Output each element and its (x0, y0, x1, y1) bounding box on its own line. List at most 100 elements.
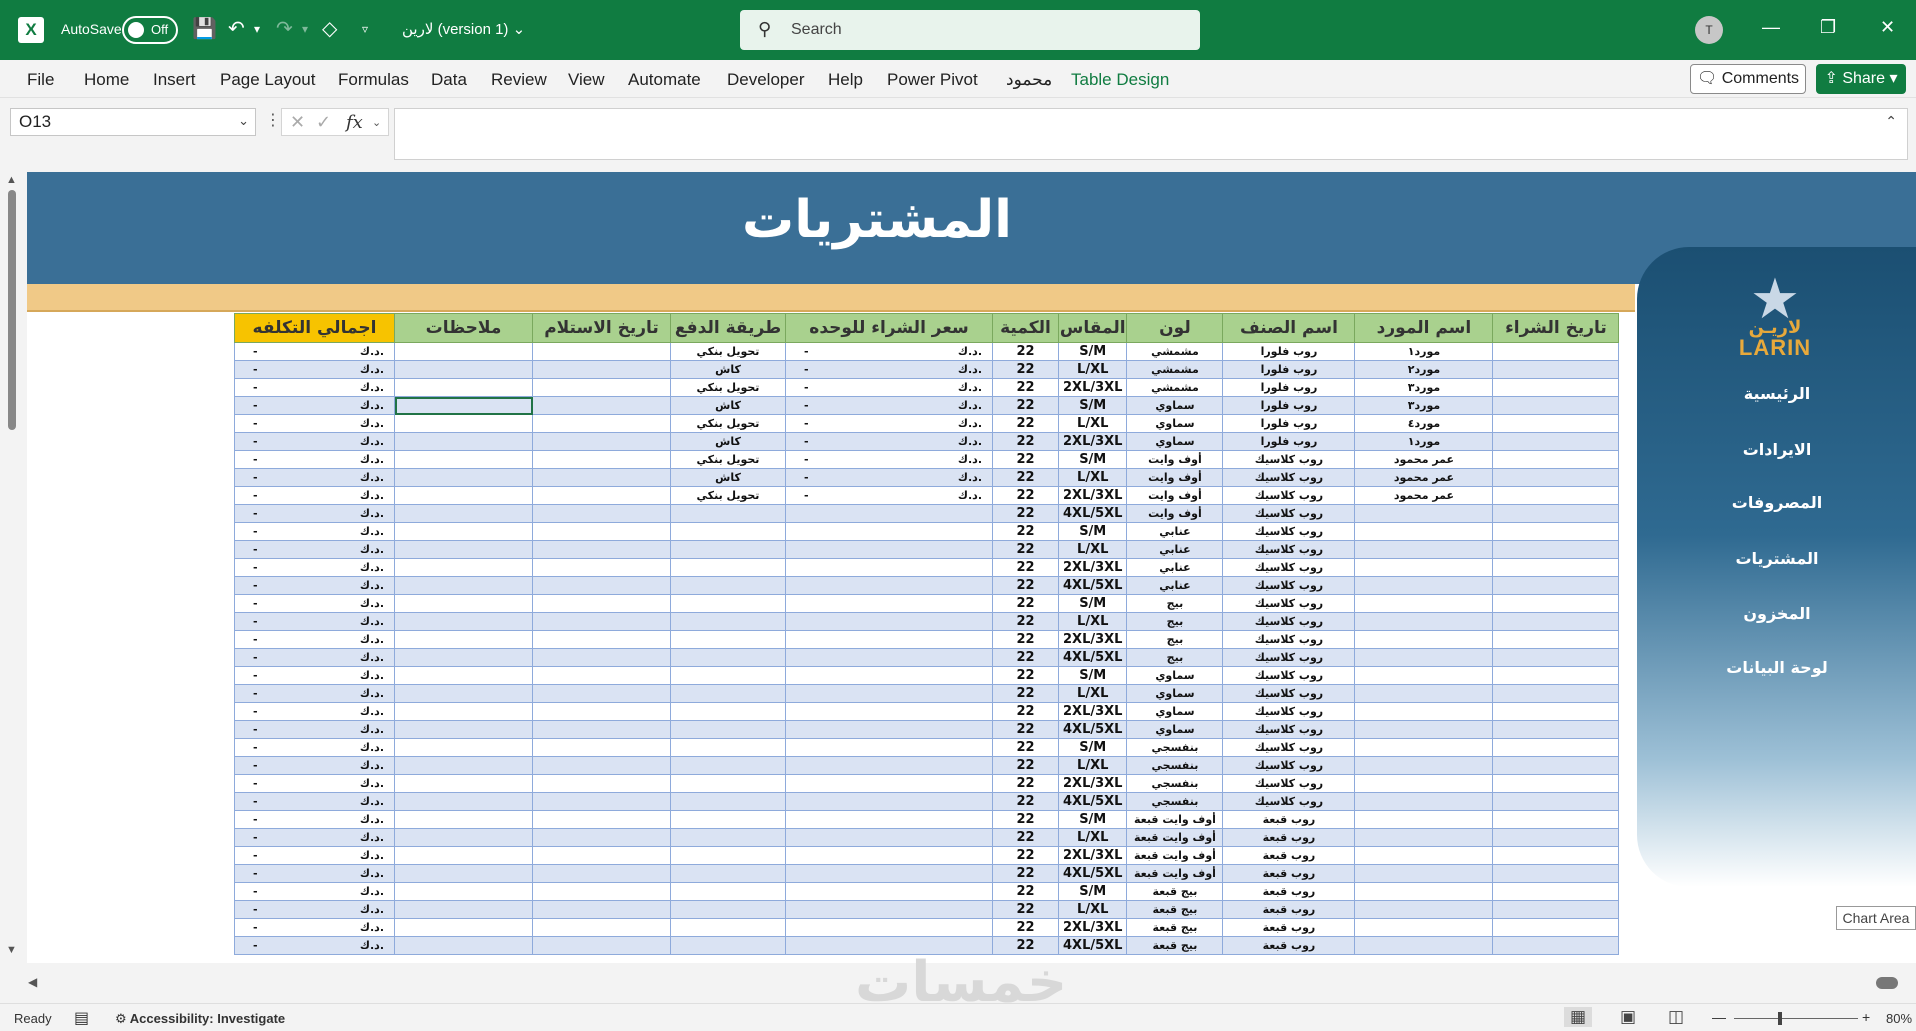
tab-file[interactable]: File (27, 70, 54, 90)
quantity-cell[interactable]: 22 (992, 360, 1059, 379)
quantity-cell[interactable]: 22 (992, 486, 1059, 505)
quantity-cell[interactable]: 22 (992, 702, 1059, 721)
item-name-cell[interactable]: روب كلاسيك (1222, 450, 1356, 469)
column-header[interactable]: اسم المورد (1354, 313, 1494, 343)
item-name-cell[interactable]: روب كلاسيك (1222, 612, 1356, 631)
column-header[interactable]: اجمالي التكلفه (234, 313, 395, 343)
color-cell[interactable]: أوف وايت قبعة (1126, 846, 1224, 865)
notes-cell[interactable] (394, 486, 533, 505)
purchase-date-cell[interactable] (1492, 468, 1620, 487)
receipt-date-cell[interactable] (532, 774, 671, 793)
more-options-icon[interactable]: ⋮ (265, 110, 281, 130)
receipt-date-cell[interactable] (532, 792, 671, 811)
comments-button[interactable]: 🗨 Comments (1690, 64, 1806, 94)
size-cell[interactable]: S/M (1057, 522, 1128, 541)
column-header[interactable]: ملاحظات (394, 313, 533, 343)
scroll-left-icon[interactable]: ◀ (28, 975, 37, 989)
total-cost-cell[interactable]: - د.ك. (234, 936, 395, 955)
color-cell[interactable]: عنابي (1126, 522, 1224, 541)
item-name-cell[interactable]: روب كلاسيك (1222, 486, 1356, 505)
quantity-cell[interactable]: 22 (992, 792, 1059, 811)
supplier-cell[interactable] (1354, 540, 1494, 559)
receipt-date-cell[interactable] (532, 450, 671, 469)
purchase-date-cell[interactable] (1492, 486, 1620, 505)
purchase-date-cell[interactable] (1492, 918, 1620, 937)
quantity-cell[interactable]: 22 (992, 720, 1059, 739)
receipt-date-cell[interactable] (532, 900, 671, 919)
notes-cell[interactable] (394, 792, 533, 811)
notes-cell[interactable] (394, 630, 533, 649)
payment-method-cell[interactable] (670, 522, 786, 541)
quantity-cell[interactable]: 22 (992, 630, 1059, 649)
item-name-cell[interactable]: روب كلاسيك (1222, 720, 1356, 739)
collapse-formula-bar-icon[interactable]: ⌃ (1885, 113, 1897, 130)
total-cost-cell[interactable]: - د.ك. (234, 594, 395, 613)
notes-cell[interactable] (394, 936, 533, 955)
color-cell[interactable]: مشمشي (1126, 342, 1224, 361)
receipt-date-cell[interactable] (532, 684, 671, 703)
unit-price-cell[interactable] (785, 738, 993, 757)
quantity-cell[interactable]: 22 (992, 414, 1059, 433)
total-cost-cell[interactable]: - د.ك. (234, 342, 395, 361)
quantity-cell[interactable]: 22 (992, 756, 1059, 775)
unit-price-cell[interactable] (785, 594, 993, 613)
item-name-cell[interactable]: روب كلاسيك (1222, 774, 1356, 793)
chevron-down-icon[interactable]: ⌄ (238, 113, 249, 129)
payment-method-cell[interactable] (670, 540, 786, 559)
supplier-cell[interactable] (1354, 720, 1494, 739)
notes-cell[interactable] (394, 396, 533, 415)
column-header[interactable]: سعر الشراء للوحده (785, 313, 993, 343)
receipt-date-cell[interactable] (532, 882, 671, 901)
purchase-date-cell[interactable] (1492, 684, 1620, 703)
autosave-toggle[interactable]: Off (122, 16, 178, 44)
unit-price-cell[interactable]: - د.ك. (785, 432, 993, 451)
purchase-date-cell[interactable] (1492, 432, 1620, 451)
total-cost-cell[interactable]: - د.ك. (234, 846, 395, 865)
quantity-cell[interactable]: 22 (992, 378, 1059, 397)
receipt-date-cell[interactable] (532, 936, 671, 955)
tab-home[interactable]: Home (84, 70, 129, 90)
item-name-cell[interactable]: روب قبعة (1222, 810, 1356, 829)
zoom-slider[interactable] (1734, 1018, 1858, 1019)
receipt-date-cell[interactable] (532, 918, 671, 937)
unit-price-cell[interactable] (785, 774, 993, 793)
unit-price-cell[interactable] (785, 540, 993, 559)
color-cell[interactable]: سماوي (1126, 684, 1224, 703)
column-header[interactable]: تاريخ الاستلام (532, 313, 671, 343)
receipt-date-cell[interactable] (532, 522, 671, 541)
unit-price-cell[interactable] (785, 846, 993, 865)
payment-method-cell[interactable] (670, 900, 786, 919)
size-cell[interactable]: L/XL (1057, 612, 1128, 631)
quantity-cell[interactable]: 22 (992, 882, 1059, 901)
total-cost-cell[interactable]: - د.ك. (234, 378, 395, 397)
tab-formulas[interactable]: Formulas (338, 70, 409, 90)
item-name-cell[interactable]: روب كلاسيك (1222, 630, 1356, 649)
color-cell[interactable]: أوف وايت (1126, 504, 1224, 523)
purchase-date-cell[interactable] (1492, 810, 1620, 829)
purchase-date-cell[interactable] (1492, 540, 1620, 559)
item-name-cell[interactable]: روب قبعة (1222, 918, 1356, 937)
receipt-date-cell[interactable] (532, 414, 671, 433)
color-cell[interactable]: أوف وايت قبعة (1126, 864, 1224, 883)
total-cost-cell[interactable]: - د.ك. (234, 882, 395, 901)
size-cell[interactable]: L/XL (1057, 414, 1128, 433)
nav-home[interactable]: الرئيسية (1697, 384, 1857, 403)
payment-method-cell[interactable] (670, 846, 786, 865)
receipt-date-cell[interactable] (532, 702, 671, 721)
size-cell[interactable]: 4XL/5XL (1057, 720, 1128, 739)
size-cell[interactable]: S/M (1057, 396, 1128, 415)
total-cost-cell[interactable]: - د.ك. (234, 810, 395, 829)
quantity-cell[interactable]: 22 (992, 612, 1059, 631)
unit-price-cell[interactable] (785, 702, 993, 721)
unit-price-cell[interactable]: - د.ك. (785, 378, 993, 397)
payment-method-cell[interactable] (670, 918, 786, 937)
quantity-cell[interactable]: 22 (992, 864, 1059, 883)
supplier-cell[interactable] (1354, 558, 1494, 577)
total-cost-cell[interactable]: - د.ك. (234, 774, 395, 793)
size-cell[interactable]: 2XL/3XL (1057, 774, 1128, 793)
color-cell[interactable]: بنفسجي (1126, 756, 1224, 775)
payment-method-cell[interactable] (670, 648, 786, 667)
color-cell[interactable]: سماوي (1126, 702, 1224, 721)
scroll-up-icon[interactable]: ▲ (6, 174, 17, 186)
purchase-date-cell[interactable] (1492, 864, 1620, 883)
